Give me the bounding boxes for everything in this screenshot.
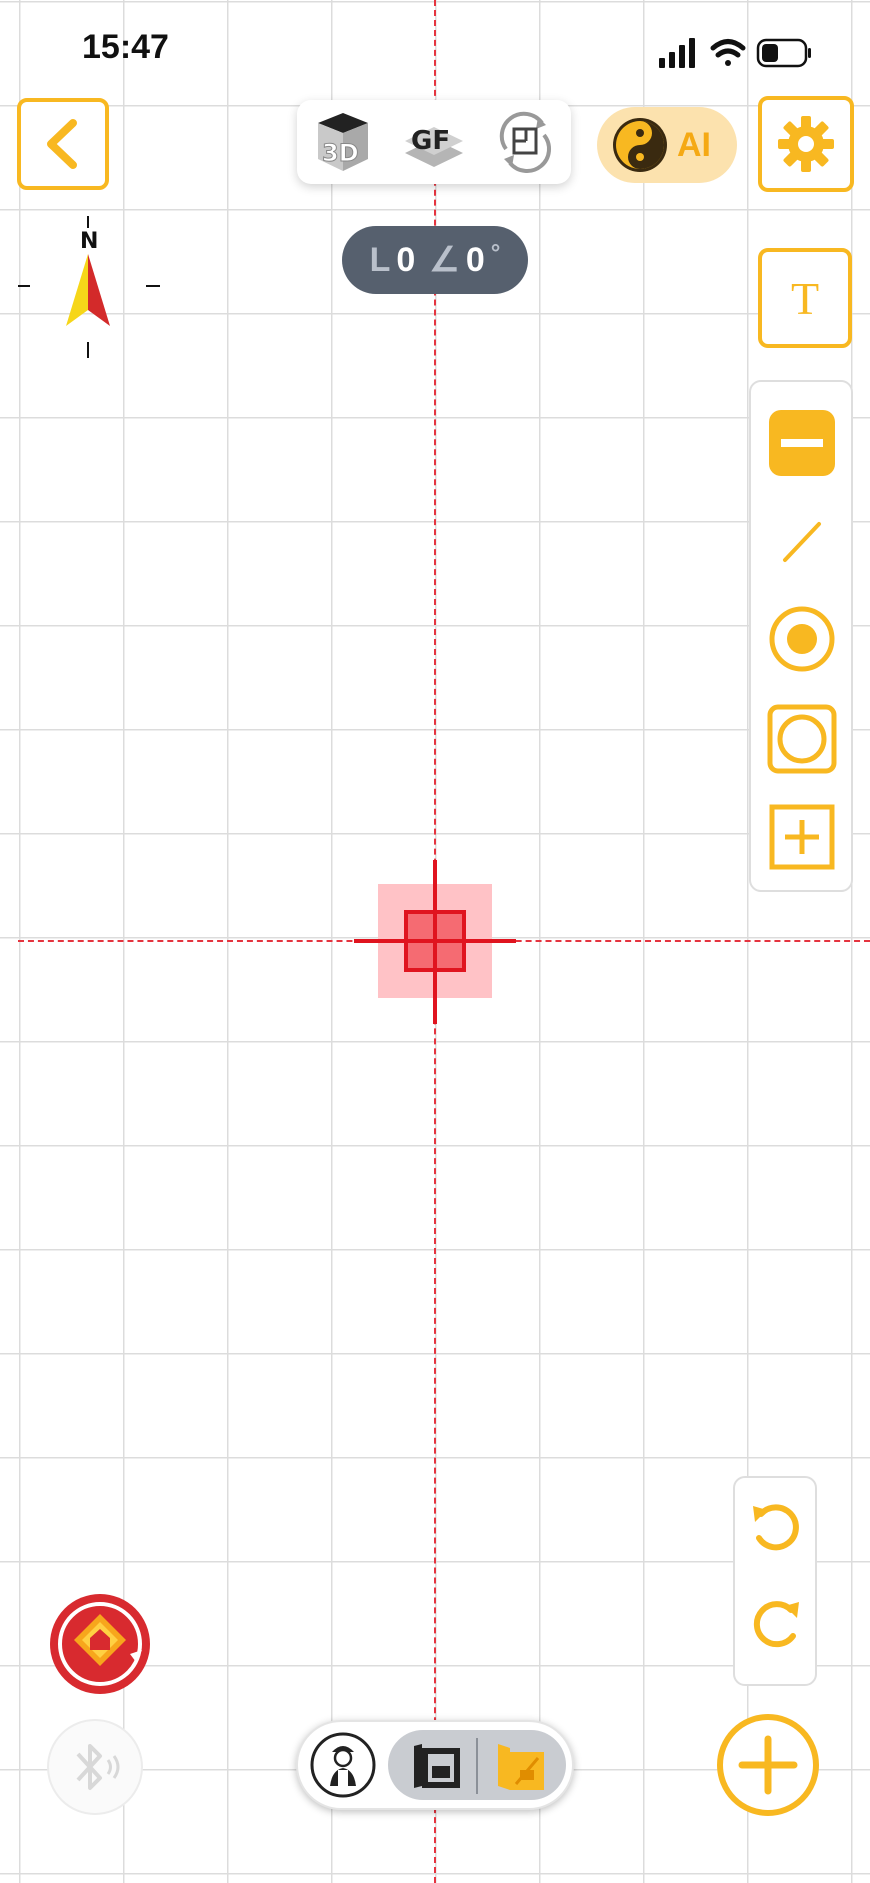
- length-value: 0: [396, 240, 416, 279]
- bluetooth-button[interactable]: [46, 1718, 144, 1816]
- elevation-icon: [498, 1744, 544, 1790]
- yin-yang-icon: [613, 118, 667, 172]
- compass-north-label: N: [80, 229, 98, 254]
- view-mode-switcher: 3D GF: [297, 100, 571, 184]
- floorplan-rotate-button[interactable]: [490, 107, 560, 177]
- status-time: 15:47: [82, 28, 169, 66]
- add-tool-button[interactable]: [767, 802, 837, 872]
- point-icon: [769, 606, 835, 672]
- drawing-toolbar: [749, 380, 853, 892]
- worker-button[interactable]: [310, 1732, 376, 1798]
- circle-tool-button[interactable]: [767, 704, 837, 774]
- wifi-icon: [710, 39, 746, 66]
- ai-label: AI: [677, 125, 711, 164]
- minus-icon: [769, 410, 835, 476]
- measurement-readout: L 0 ∠ 0 °: [342, 226, 528, 294]
- floorplan-rotate-icon: [500, 111, 552, 174]
- app-logo-button[interactable]: [48, 1592, 152, 1696]
- worker-avatar-icon: [310, 1732, 376, 1798]
- undo-redo-panel: [733, 1476, 817, 1686]
- point-tool-button[interactable]: [767, 604, 837, 674]
- gf-label: GF: [411, 126, 450, 156]
- elevation-button[interactable]: [494, 1740, 548, 1794]
- floorplan-button[interactable]: [410, 1740, 464, 1794]
- redo-icon: [753, 1601, 799, 1648]
- status-icons: [656, 34, 816, 79]
- add-button[interactable]: [716, 1713, 820, 1817]
- length-symbol: L: [369, 240, 391, 279]
- 3d-label: 3D: [322, 139, 359, 167]
- line-icon: [783, 522, 821, 562]
- signal-icon: [659, 38, 695, 68]
- angle-value: 0: [465, 240, 485, 279]
- circle-in-square-icon: [767, 704, 837, 774]
- 3d-view-button[interactable]: 3D: [308, 107, 378, 177]
- compass[interactable]: N: [14, 214, 162, 360]
- plus-square-icon: [769, 804, 835, 870]
- text-tool-button[interactable]: T: [758, 248, 852, 348]
- redo-button[interactable]: [749, 1596, 805, 1652]
- minus-tool-button[interactable]: [767, 408, 837, 478]
- battery-icon: [756, 38, 811, 68]
- line-tool-button[interactable]: [767, 506, 837, 576]
- gf-view-button[interactable]: GF: [399, 107, 469, 177]
- plus-circle-icon: [717, 1714, 819, 1816]
- undo-button[interactable]: [747, 1500, 803, 1556]
- layers-icon: GF: [404, 126, 463, 167]
- back-button[interactable]: [17, 98, 109, 190]
- app-logo-icon: [50, 1594, 150, 1694]
- ai-button[interactable]: AI: [597, 107, 737, 183]
- text-tool-label: T: [790, 272, 820, 324]
- undo-icon: [753, 1504, 799, 1551]
- angle-symbol: ∠: [429, 241, 460, 279]
- gear-icon: [778, 116, 834, 172]
- bottom-mode-switcher: [296, 1720, 574, 1810]
- blueprint-icon: [414, 1744, 460, 1788]
- degree-symbol: °: [490, 240, 501, 267]
- bluetooth-icon: [47, 1719, 143, 1815]
- chevron-left-icon: [47, 119, 77, 169]
- pill-divider: [476, 1738, 478, 1794]
- settings-button[interactable]: [758, 96, 854, 192]
- center-marker[interactable]: [352, 858, 524, 1026]
- 3d-cube-icon: 3D: [317, 113, 368, 171]
